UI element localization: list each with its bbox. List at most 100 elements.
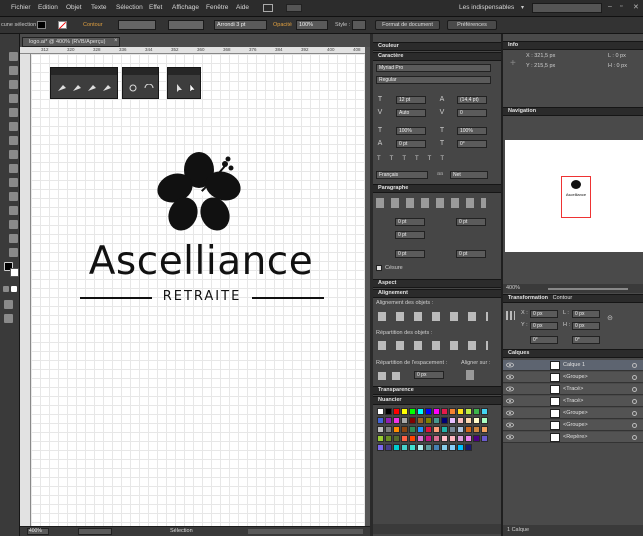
bridge-icon[interactable] <box>263 4 273 12</box>
swatch[interactable] <box>441 417 448 424</box>
swatch[interactable] <box>441 444 448 451</box>
close-icon[interactable]: ✕ <box>633 3 639 11</box>
rotate-tool-icon[interactable] <box>9 136 18 145</box>
swatch[interactable] <box>417 408 424 415</box>
vertical-ruler[interactable] <box>20 54 31 526</box>
swatch[interactable] <box>433 417 440 424</box>
artboard-nav-field[interactable] <box>78 528 112 535</box>
visibility-eye-icon[interactable] <box>506 410 514 416</box>
swatch[interactable] <box>417 435 424 442</box>
zoom-field[interactable]: 400% <box>27 528 49 535</box>
hibiscus-flower-icon[interactable] <box>155 150 243 235</box>
visibility-eye-icon[interactable] <box>506 386 514 392</box>
font-size-field[interactable]: 12 pt <box>396 96 426 104</box>
align-to-dropdown[interactable] <box>466 370 474 380</box>
swatch[interactable] <box>473 417 480 424</box>
swatch[interactable] <box>465 444 472 451</box>
reference-point-icon[interactable] <box>506 311 515 320</box>
baseline-shift-field[interactable]: 0 pt <box>396 140 426 148</box>
distribute-object-buttons[interactable] <box>378 341 488 350</box>
scale-tool-icon[interactable] <box>9 150 18 159</box>
indent-first-field[interactable]: 0 pt <box>395 231 425 239</box>
shape-builder-icon[interactable] <box>9 178 18 187</box>
swatch[interactable] <box>377 435 384 442</box>
swatch[interactable] <box>481 426 488 433</box>
search-input[interactable] <box>532 3 602 13</box>
swatch[interactable] <box>417 426 424 433</box>
width-tool-icon[interactable] <box>9 164 18 173</box>
swatch[interactable] <box>465 435 472 442</box>
menu-effet[interactable]: Effet <box>149 4 162 11</box>
navigator-zoom-slider[interactable] <box>548 288 628 290</box>
gradient-tool-icon[interactable] <box>9 206 18 215</box>
swatches-panel-header[interactable]: Nuancier <box>373 396 501 405</box>
artboard-tool-icon[interactable] <box>9 248 18 257</box>
layer-row[interactable]: <Groupe> <box>503 408 643 419</box>
swatch[interactable] <box>409 435 416 442</box>
floating-rotate-palette[interactable] <box>122 67 159 99</box>
swatch[interactable] <box>465 426 472 433</box>
layer-row[interactable]: <Tracé> <box>503 396 643 407</box>
select-arrow-icon[interactable] <box>174 84 184 92</box>
stroke-color-icon[interactable] <box>10 268 19 277</box>
layer-row[interactable]: <Groupe> <box>503 372 643 383</box>
menu-fenetre[interactable]: Fenêtre <box>206 4 228 11</box>
gradient-mode-icon[interactable] <box>11 286 17 292</box>
visibility-eye-icon[interactable] <box>506 374 514 380</box>
logo-wordmark[interactable]: Ascelliance <box>78 240 324 284</box>
character-panel-header[interactable]: Caractère <box>373 52 501 61</box>
navigator-panel-header[interactable]: Navigation <box>503 107 643 116</box>
transform-angle-field[interactable]: 0° <box>530 336 558 344</box>
target-circle-icon[interactable] <box>632 423 637 428</box>
swatch[interactable] <box>425 426 432 433</box>
workspace-switcher[interactable]: Les indispensables <box>459 4 514 11</box>
align-object-buttons[interactable] <box>378 312 488 321</box>
swatch[interactable] <box>417 444 424 451</box>
swatch[interactable] <box>481 417 488 424</box>
leading-field[interactable]: (14,4 pt) <box>457 96 487 104</box>
opacity-label[interactable]: Opacité <box>273 22 292 28</box>
navigator-zoom-value[interactable]: 400% <box>506 285 520 291</box>
target-circle-icon[interactable] <box>632 363 637 368</box>
appearance-panel-header[interactable]: Aspect <box>373 279 501 288</box>
swatch[interactable] <box>401 435 408 442</box>
visibility-eye-icon[interactable] <box>506 422 514 428</box>
style-field[interactable] <box>352 20 366 30</box>
space-after-field[interactable]: 0 pt <box>456 250 486 258</box>
swatch[interactable] <box>393 417 400 424</box>
menu-selection[interactable]: Sélection <box>116 4 143 11</box>
transform-shear-field[interactable]: 0° <box>572 336 600 344</box>
opacity-field[interactable]: 100% <box>296 20 328 30</box>
symbol-sprayer-icon[interactable] <box>9 234 18 243</box>
swatch[interactable] <box>449 435 456 442</box>
transform-h-field[interactable]: 0 px <box>572 322 600 330</box>
swatch[interactable] <box>393 435 400 442</box>
color-panel-header[interactable]: Couleur <box>373 42 501 51</box>
font-family-field[interactable]: Myriad Pro <box>376 64 491 72</box>
target-circle-icon[interactable] <box>632 411 637 416</box>
menu-objet[interactable]: Objet <box>66 4 82 11</box>
swatch[interactable] <box>425 417 432 424</box>
pen-icon[interactable] <box>57 84 67 92</box>
target-circle-icon[interactable] <box>632 375 637 380</box>
swatch[interactable] <box>449 417 456 424</box>
swatch[interactable] <box>441 435 448 442</box>
swatch[interactable] <box>457 417 464 424</box>
horizontal-scale-field[interactable]: 100% <box>457 127 487 135</box>
horizontal-scrollbar[interactable] <box>248 529 363 534</box>
mesh-tool-icon[interactable] <box>9 192 18 201</box>
swatch[interactable] <box>377 426 384 433</box>
screen-mode-icon[interactable] <box>4 314 13 323</box>
minimize-icon[interactable]: – <box>608 3 612 10</box>
layer-row[interactable]: <Tracé> <box>503 384 643 395</box>
layer-row-top[interactable]: Calque 1 <box>503 360 643 371</box>
fill-swatch[interactable] <box>37 21 46 29</box>
stroke-swatch[interactable] <box>58 21 67 30</box>
distribute-spacing-buttons[interactable] <box>378 372 400 380</box>
swatch[interactable] <box>401 444 408 451</box>
swatch-grid[interactable] <box>377 408 489 458</box>
doc-format-button[interactable]: Format de document <box>375 20 440 30</box>
transform-w-field[interactable]: 0 px <box>572 310 600 318</box>
swatch[interactable] <box>409 408 416 415</box>
swatch[interactable] <box>457 426 464 433</box>
